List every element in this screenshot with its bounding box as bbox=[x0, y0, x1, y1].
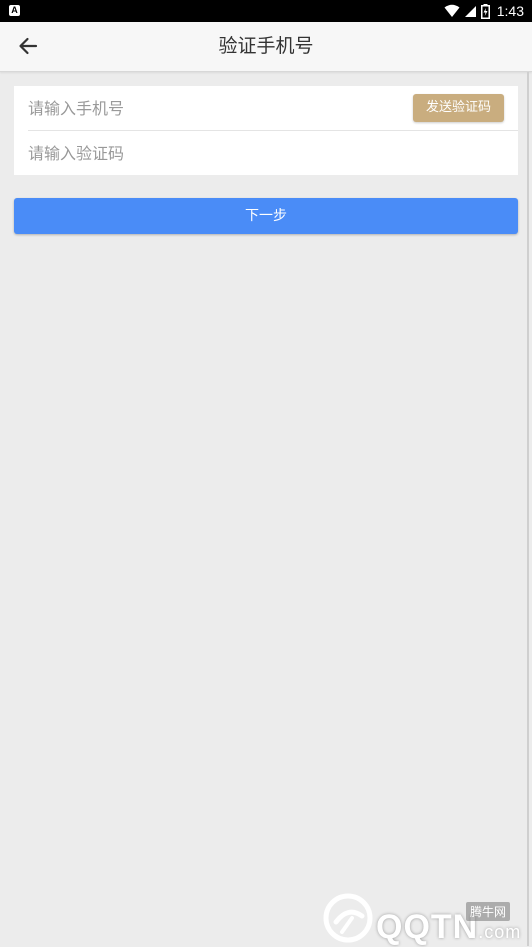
watermark-brand: 腾牛网 bbox=[465, 902, 510, 921]
send-code-button[interactable]: 发送验证码 bbox=[413, 94, 504, 122]
scroll-edge bbox=[527, 72, 529, 946]
status-time: 1:43 bbox=[496, 3, 524, 19]
notification-app-icon: A bbox=[9, 5, 20, 16]
status-icons: 1:43 bbox=[444, 2, 524, 20]
next-step-button[interactable]: 下一步 bbox=[14, 198, 518, 234]
verification-form: 发送验证码 bbox=[14, 86, 518, 175]
wifi-icon bbox=[444, 4, 460, 17]
status-bar: A 1:43 bbox=[0, 0, 532, 22]
phone-input[interactable] bbox=[28, 86, 408, 130]
code-row bbox=[14, 131, 518, 175]
app-bar: 验证手机号 bbox=[0, 22, 532, 72]
battery-icon bbox=[480, 3, 490, 19]
page-title: 验证手机号 bbox=[218, 35, 314, 57]
phone-row: 发送验证码 bbox=[14, 86, 518, 130]
verification-code-input[interactable] bbox=[28, 131, 408, 175]
cell-signal-icon bbox=[464, 5, 476, 17]
watermark-logo-icon bbox=[323, 893, 373, 943]
watermark: QQTN.com 腾牛网 bbox=[322, 890, 528, 946]
